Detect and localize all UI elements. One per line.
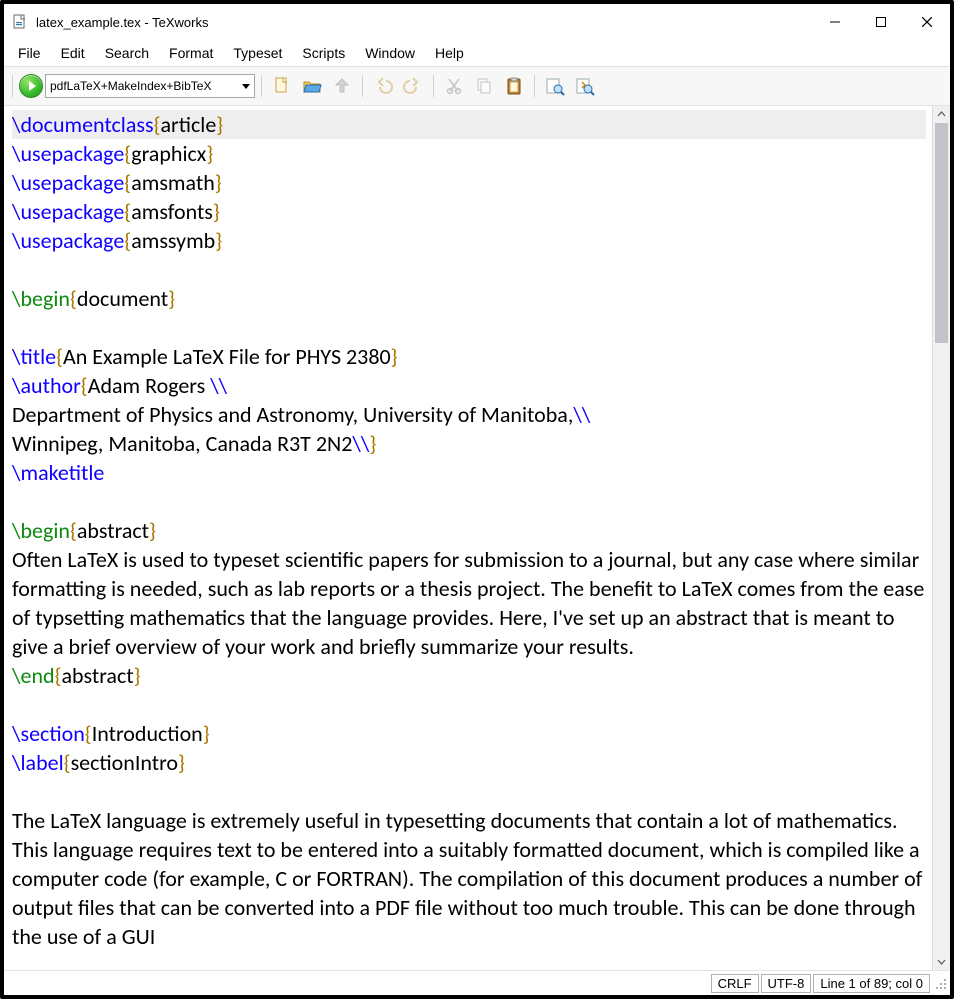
code-line[interactable]: \end{abstract} (12, 661, 926, 690)
code-line[interactable] (12, 313, 926, 342)
editor-area: \documentclass{article}\usepackage{graph… (4, 106, 950, 970)
menubar: FileEditSearchFormatTypesetScriptsWindow… (4, 40, 950, 66)
app-window: latex_example.tex - TeXworks FileEditSea… (0, 0, 954, 999)
status-encoding[interactable]: UTF-8 (761, 974, 812, 993)
paste-button[interactable] (500, 72, 528, 100)
code-line[interactable]: \usepackage{amssymb} (12, 226, 926, 255)
vertical-scrollbar[interactable] (932, 106, 950, 970)
code-line[interactable] (12, 487, 926, 516)
menu-window[interactable]: Window (355, 42, 425, 64)
maximize-button[interactable] (858, 7, 904, 37)
scroll-up-button[interactable] (933, 106, 950, 123)
engine-select[interactable]: pdfLaTeX+MakeIndex+BibTeX (45, 74, 255, 98)
toolbar: pdfLaTeX+MakeIndex+BibTeX (4, 66, 950, 106)
status-line-ending[interactable]: CRLF (711, 974, 759, 993)
find-button[interactable] (541, 72, 569, 100)
code-line[interactable] (12, 777, 926, 806)
code-line[interactable]: \usepackage{amsmath} (12, 168, 926, 197)
menu-edit[interactable]: Edit (51, 42, 95, 64)
code-line[interactable]: \usepackage{graphicx} (12, 139, 926, 168)
statusbar: CRLF UTF-8 Line 1 of 89; col 0 (4, 970, 950, 995)
code-line[interactable]: \label{sectionIntro} (12, 748, 926, 777)
new-file-button[interactable] (268, 72, 296, 100)
redo-button[interactable] (399, 72, 427, 100)
code-line[interactable]: \begin{document} (12, 284, 926, 313)
menu-help[interactable]: Help (425, 42, 474, 64)
app-icon (12, 14, 28, 30)
menu-file[interactable]: File (8, 42, 51, 64)
code-line[interactable]: \documentclass{article} (12, 110, 926, 139)
window-title: latex_example.tex - TeXworks (36, 15, 208, 30)
scroll-down-button[interactable] (933, 953, 950, 970)
code-line[interactable]: The LaTeX language is extremely useful i… (12, 806, 926, 951)
engine-select-value: pdfLaTeX+MakeIndex+BibTeX (50, 79, 211, 93)
code-line[interactable] (12, 255, 926, 284)
code-line[interactable] (12, 690, 926, 719)
code-line[interactable]: Department of Physics and Astronomy, Uni… (12, 400, 926, 429)
menu-format[interactable]: Format (159, 42, 223, 64)
replace-button[interactable] (571, 72, 599, 100)
copy-button[interactable] (470, 72, 498, 100)
scroll-thumb[interactable] (935, 123, 948, 343)
code-line[interactable]: \begin{abstract} (12, 516, 926, 545)
code-line[interactable]: Often LaTeX is used to typeset scientifi… (12, 545, 926, 661)
code-line[interactable]: Winnipeg, Manitoba, Canada R3T 2N2\\} (12, 429, 926, 458)
resize-grip[interactable] (932, 975, 948, 991)
menu-search[interactable]: Search (95, 42, 159, 64)
close-button[interactable] (904, 7, 950, 37)
code-line[interactable]: \usepackage{amsfonts} (12, 197, 926, 226)
typeset-button[interactable] (19, 74, 43, 98)
minimize-button[interactable] (812, 7, 858, 37)
cut-button[interactable] (440, 72, 468, 100)
code-line[interactable]: \author{Adam Rogers \\ (12, 371, 926, 400)
menu-scripts[interactable]: Scripts (292, 42, 355, 64)
code-line[interactable]: \title{An Example LaTeX File for PHYS 23… (12, 342, 926, 371)
code-editor[interactable]: \documentclass{article}\usepackage{graph… (4, 106, 932, 970)
chevron-down-icon (242, 84, 250, 89)
open-file-button[interactable] (298, 72, 326, 100)
save-file-button[interactable] (328, 72, 356, 100)
code-line[interactable]: \section{Introduction} (12, 719, 926, 748)
titlebar[interactable]: latex_example.tex - TeXworks (4, 4, 950, 40)
code-line[interactable]: \maketitle (12, 458, 926, 487)
undo-button[interactable] (369, 72, 397, 100)
status-cursor-position[interactable]: Line 1 of 89; col 0 (813, 974, 930, 993)
menu-typeset[interactable]: Typeset (223, 42, 292, 64)
